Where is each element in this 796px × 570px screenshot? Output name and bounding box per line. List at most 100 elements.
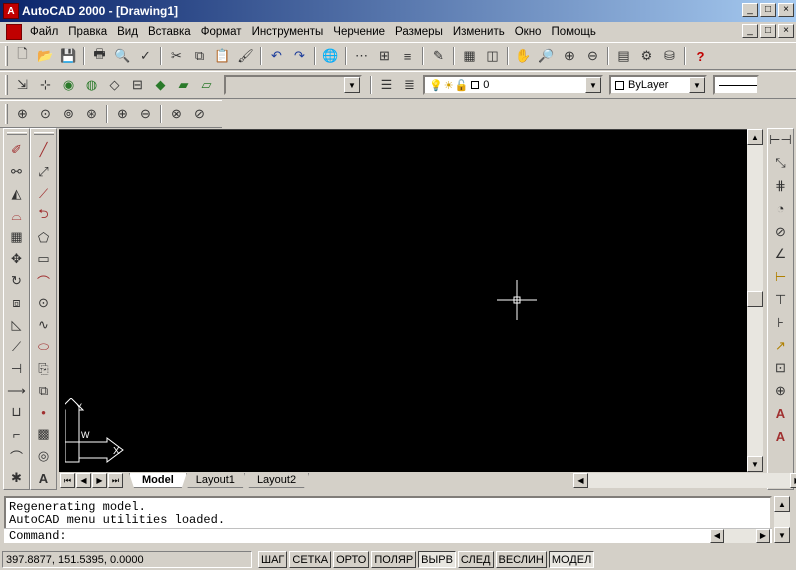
status-model-button[interactable]: МОДЕЛ: [548, 551, 595, 568]
diameter-dimension-icon[interactable]: ⊘: [770, 220, 792, 243]
zoom-previous-icon[interactable]: ⊖: [581, 45, 604, 67]
ucs-apply-icon[interactable]: ▱: [195, 74, 218, 96]
doc-close-button[interactable]: ×: [778, 24, 794, 38]
minimize-button[interactable]: _: [742, 3, 758, 17]
redo-icon[interactable]: ↷: [288, 45, 311, 67]
tolerance-icon[interactable]: ⊡: [770, 357, 792, 380]
zoom-extents-icon[interactable]: ⊘: [188, 103, 211, 125]
zoom-window-icon[interactable]: ⊕: [558, 45, 581, 67]
zoom-dynamic-icon[interactable]: ⊙: [34, 103, 57, 125]
region-icon[interactable]: ◎: [33, 445, 55, 467]
zoom-all-icon[interactable]: ⊗: [165, 103, 188, 125]
chevron-down-icon[interactable]: ▼: [585, 77, 601, 93]
array-icon[interactable]: ▦: [6, 226, 28, 248]
ucs-zaxis-icon[interactable]: ◍: [80, 74, 103, 96]
ucs-select[interactable]: ▼: [224, 75, 362, 95]
layers-icon[interactable]: ☰: [375, 74, 398, 96]
status-snap-button[interactable]: ШАГ: [258, 551, 288, 568]
zoom-scale-icon[interactable]: ⊚: [57, 103, 80, 125]
menu-view[interactable]: Вид: [112, 26, 143, 38]
command-vscroll[interactable]: ▲ ▼: [774, 496, 790, 543]
copy-object-icon[interactable]: ⚯: [6, 161, 28, 183]
color-select[interactable]: ByLayer ▼: [609, 75, 707, 95]
polyline-icon[interactable]: ⟋: [33, 183, 55, 205]
doc-restore-button[interactable]: □: [760, 24, 776, 38]
save-icon[interactable]: 💾: [57, 45, 80, 67]
mirror-icon[interactable]: ◭: [6, 183, 28, 205]
tab-layout2[interactable]: Layout2: [244, 473, 309, 488]
ellipse-icon[interactable]: ⬭: [33, 336, 55, 358]
chamfer-icon[interactable]: ⌐: [6, 423, 28, 445]
match-properties-icon[interactable]: 🖌: [234, 45, 257, 67]
command-line[interactable]: Command: ◀ ▶: [4, 528, 772, 543]
arc-icon[interactable]: ⌒: [33, 270, 55, 292]
print-icon[interactable]: 🖶: [88, 45, 111, 67]
tab-layout1[interactable]: Layout1: [183, 473, 248, 488]
angular-dimension-icon[interactable]: ∠: [770, 243, 792, 266]
zoom-realtime-icon[interactable]: 🔎: [535, 45, 558, 67]
edit-icon[interactable]: ✎: [427, 45, 450, 67]
dimension-text-edit-icon[interactable]: A: [770, 425, 792, 448]
design-center-icon[interactable]: ⚙: [635, 45, 658, 67]
linear-dimension-icon[interactable]: ⊢⊣: [769, 129, 792, 152]
ucs-icon[interactable]: ⇲: [11, 74, 34, 96]
menu-edit[interactable]: Правка: [63, 26, 112, 38]
point-icon[interactable]: •: [33, 402, 55, 424]
spellcheck-icon[interactable]: ✓: [134, 45, 157, 67]
status-polar-button[interactable]: ПОЛЯР: [371, 551, 417, 568]
web-icon[interactable]: 🌐: [319, 45, 342, 67]
leader-icon[interactable]: ↗: [770, 334, 792, 357]
scroll-left-icon[interactable]: ◀: [573, 473, 588, 488]
tracking-icon[interactable]: ≡: [396, 45, 419, 67]
chevron-down-icon[interactable]: ▼: [344, 77, 360, 93]
linetype-select[interactable]: [713, 75, 759, 95]
toolbar-grip[interactable]: [5, 104, 8, 124]
new-icon[interactable]: 🗋: [11, 45, 34, 67]
print-preview-icon[interactable]: 🔍: [111, 45, 134, 67]
status-lineweight-button[interactable]: ВЕСЛИН: [495, 551, 547, 568]
layer-select[interactable]: 💡 ☀ 🔓 0 ▼: [423, 75, 603, 95]
menu-help[interactable]: Помощь: [546, 26, 600, 38]
help-icon[interactable]: ?: [689, 45, 712, 67]
menu-insert[interactable]: Вставка: [143, 26, 196, 38]
document-icon[interactable]: [6, 24, 22, 40]
line-icon[interactable]: ╱: [33, 139, 55, 161]
named-views-icon[interactable]: ▦: [458, 45, 481, 67]
next-tab-icon[interactable]: ▶: [92, 473, 107, 488]
quick-dimension-icon[interactable]: ⊢: [770, 266, 792, 289]
properties-icon[interactable]: ▤: [612, 45, 635, 67]
lengthen-icon[interactable]: ⟋: [6, 336, 28, 358]
status-ortho-button[interactable]: ОРТО: [333, 551, 370, 568]
toolbar-grip[interactable]: [33, 132, 54, 135]
scroll-left-icon[interactable]: ◀: [710, 529, 724, 543]
aligned-dimension-icon[interactable]: ⤡: [770, 152, 792, 175]
zoom-window-icon[interactable]: ⊕: [11, 103, 34, 125]
tab-model[interactable]: Model: [129, 473, 187, 488]
move-icon[interactable]: ✥: [6, 248, 28, 270]
ordinate-dimension-icon[interactable]: ⋕: [770, 175, 792, 198]
copy-icon[interactable]: ⧉: [188, 45, 211, 67]
open-icon[interactable]: 📂: [34, 45, 57, 67]
status-grid-button[interactable]: СЕТКА: [289, 551, 332, 568]
paste-icon[interactable]: 📋: [211, 45, 234, 67]
toolbar-grip[interactable]: [5, 46, 8, 66]
prev-tab-icon[interactable]: ◀: [76, 473, 91, 488]
scroll-down-icon[interactable]: ▼: [747, 456, 763, 472]
menu-file[interactable]: Файл: [25, 26, 63, 38]
cut-icon[interactable]: ✂: [165, 45, 188, 67]
polygon-icon[interactable]: ⮌: [33, 205, 55, 227]
baseline-dimension-icon[interactable]: ⊤: [770, 289, 792, 312]
scroll-thumb[interactable]: [747, 291, 763, 307]
explode-icon[interactable]: ✱: [6, 467, 28, 489]
trim-icon[interactable]: ⊣: [6, 358, 28, 380]
layer-previous-icon[interactable]: ≣: [398, 74, 421, 96]
ucs-world-icon[interactable]: ⊹: [34, 74, 57, 96]
scroll-up-icon[interactable]: ▲: [747, 129, 763, 145]
ucs-3point-icon[interactable]: ◇: [103, 74, 126, 96]
status-otrack-button[interactable]: СЛЕД: [457, 551, 494, 568]
circle-icon[interactable]: ⊙: [33, 292, 55, 314]
insert-icon[interactable]: ⊞: [373, 45, 396, 67]
pan-icon[interactable]: ✋: [512, 45, 535, 67]
menu-window[interactable]: Окно: [510, 26, 547, 38]
multiline-text-icon[interactable]: A: [33, 467, 55, 489]
